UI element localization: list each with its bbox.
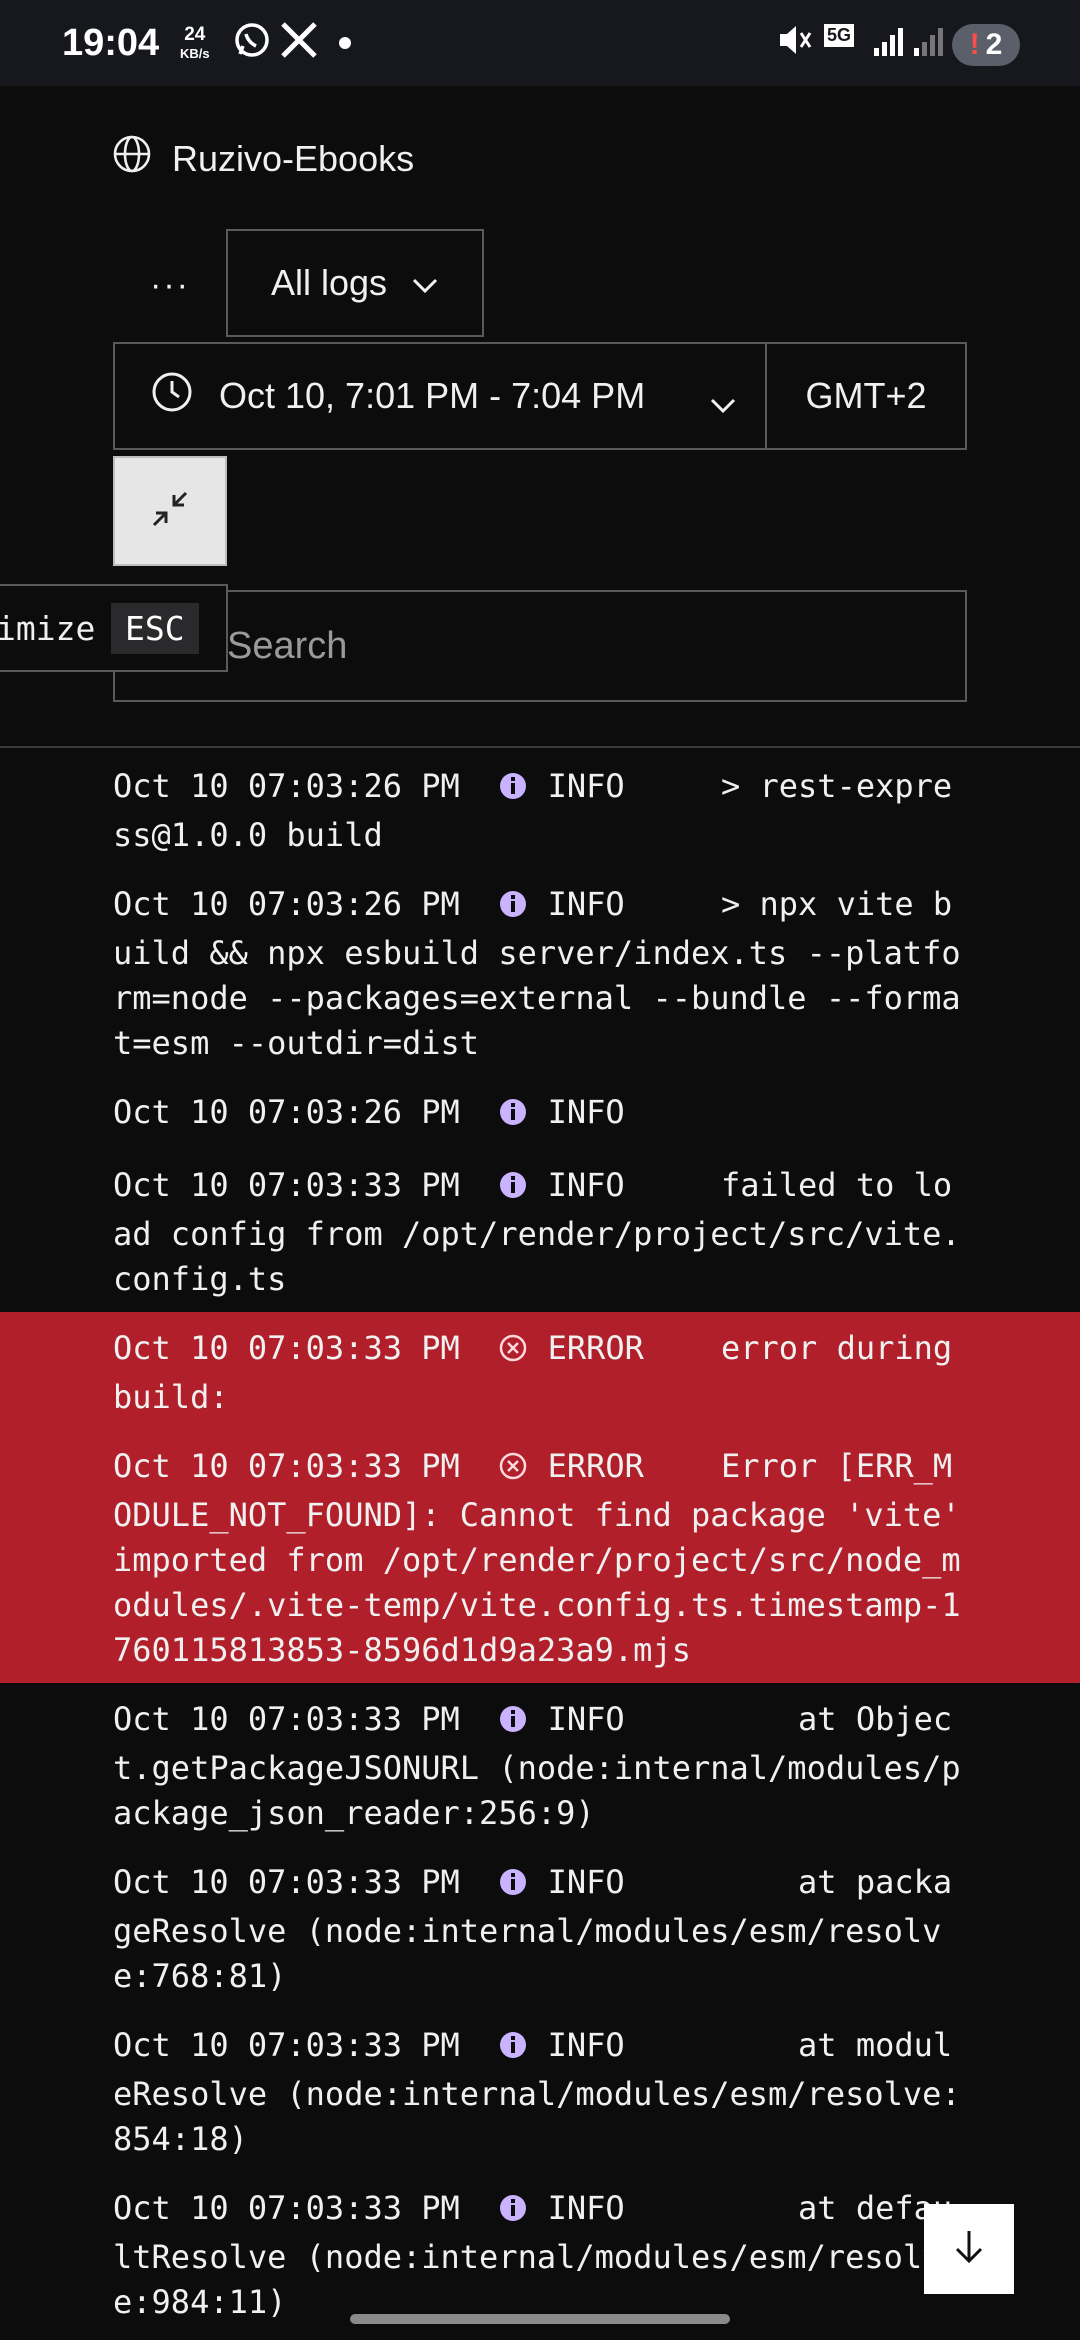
chevron-down-icon — [411, 262, 439, 304]
notification-badge: ! 2 — [952, 24, 1020, 66]
globe-icon — [112, 134, 152, 183]
log-filter-select[interactable]: All logs — [226, 229, 484, 337]
log-row[interactable]: Oct 10 07:03:33 PM INFO at Object.getPac… — [0, 1683, 1080, 1846]
log-row-error[interactable]: Oct 10 07:03:33 PM ERROR error during bu… — [0, 1312, 1080, 1430]
home-indicator[interactable] — [350, 2314, 730, 2324]
time-range-select[interactable]: Oct 10, 7:01 PM - 7:04 PM — [115, 344, 767, 448]
mute-icon — [776, 20, 812, 65]
keyboard-shortcut: ESC — [111, 602, 199, 654]
log-timestamp: Oct 10 07:03:26 PM — [113, 1093, 460, 1131]
log-row[interactable]: Oct 10 07:03:33 PM INFO failed to load c… — [0, 1149, 1080, 1312]
tooltip-text: imize — [0, 608, 96, 648]
log-level: INFO — [547, 1093, 625, 1131]
log-row-error[interactable]: Oct 10 07:03:33 PM ERROR Error [ERR_MODU… — [0, 1430, 1080, 1683]
clock-icon — [151, 371, 193, 422]
signal-icon — [872, 20, 906, 65]
info-icon — [498, 1094, 528, 1139]
log-level: INFO — [547, 767, 625, 805]
scroll-to-bottom-button[interactable] — [924, 2204, 1014, 2294]
log-timestamp: Oct 10 07:03:33 PM — [113, 1329, 460, 1367]
log-row[interactable]: Oct 10 07:03:26 PM INFO — [0, 1076, 1080, 1149]
log-row[interactable]: Oct 10 07:03:26 PM INFO > rest-express@1… — [0, 750, 1080, 868]
signal-weak-icon — [912, 20, 946, 65]
log-level: INFO — [547, 1166, 625, 1204]
info-icon — [498, 1701, 528, 1746]
log-level: INFO — [547, 2189, 625, 2227]
log-header: Ruzivo-Ebooks ··· All logs Oct 10, 7:01 … — [0, 86, 1080, 748]
minimize-button[interactable] — [113, 456, 227, 566]
minimize-tooltip: imize ESC — [0, 584, 228, 672]
log-row[interactable]: Oct 10 07:03:33 PM INFO at moduleResolve… — [0, 2009, 1080, 2172]
more-options-button[interactable]: ··· — [150, 266, 190, 305]
log-level: INFO — [547, 2026, 625, 2064]
log-timestamp: Oct 10 07:03:33 PM — [113, 2026, 460, 2064]
log-filter-value: All logs — [270, 262, 388, 303]
log-level: INFO — [547, 1700, 625, 1738]
log-level: INFO — [547, 1863, 625, 1901]
log-timestamp: Oct 10 07:03:33 PM — [113, 1863, 460, 1901]
log-timestamp: Oct 10 07:03:33 PM — [113, 2189, 460, 2227]
minimize-icon — [148, 487, 192, 536]
network-speed: 24 KB/s — [180, 24, 210, 61]
log-timestamp: Oct 10 07:03:33 PM — [113, 1700, 460, 1738]
info-icon — [498, 886, 528, 931]
info-icon — [498, 1167, 528, 1212]
info-icon — [498, 1864, 528, 1909]
log-list: Oct 10 07:03:26 PM INFO > rest-express@1… — [0, 720, 1080, 2340]
info-icon — [498, 2190, 528, 2235]
chevron-down-icon — [709, 382, 737, 424]
whatsapp-icon — [232, 20, 272, 65]
log-timestamp: Oct 10 07:03:26 PM — [113, 885, 460, 923]
log-level: INFO — [547, 885, 625, 923]
log-row[interactable]: Oct 10 07:03:33 PM INFO at defaultResolv… — [0, 2172, 1080, 2335]
log-timestamp: Oct 10 07:03:33 PM — [113, 1166, 460, 1204]
info-icon — [498, 2027, 528, 2072]
alert-icon: ! — [969, 28, 980, 61]
error-icon — [498, 1330, 528, 1375]
log-row[interactable]: Oct 10 07:03:33 PM INFO at packageResolv… — [0, 1846, 1080, 2009]
project-title[interactable]: Ruzivo-Ebooks — [112, 134, 414, 183]
x-logo-icon — [280, 20, 318, 65]
network-type: 5G — [824, 24, 855, 47]
log-row[interactable]: Oct 10 07:03:26 PM INFO > npx vite build… — [0, 868, 1080, 1076]
project-name: Ruzivo-Ebooks — [172, 137, 415, 179]
search-input[interactable]: Search — [113, 590, 967, 702]
log-level: ERROR — [547, 1447, 644, 1485]
info-icon — [498, 768, 528, 813]
log-level: ERROR — [547, 1329, 644, 1367]
log-timestamp: Oct 10 07:03:26 PM — [113, 767, 460, 805]
time-range-value: Oct 10, 7:01 PM - 7:04 PM — [219, 375, 646, 416]
arrow-down-icon — [949, 2227, 989, 2272]
log-timestamp: Oct 10 07:03:33 PM — [113, 1447, 460, 1485]
dot-icon — [338, 36, 352, 55]
status-bar: 19:04 24 KB/s 5G ! 2 — [0, 0, 1080, 86]
clock: 19:04 — [62, 22, 160, 64]
timezone-select[interactable]: GMT+2 — [767, 344, 965, 448]
time-range-picker: Oct 10, 7:01 PM - 7:04 PM GMT+2 — [113, 342, 967, 450]
error-icon — [498, 1448, 528, 1493]
